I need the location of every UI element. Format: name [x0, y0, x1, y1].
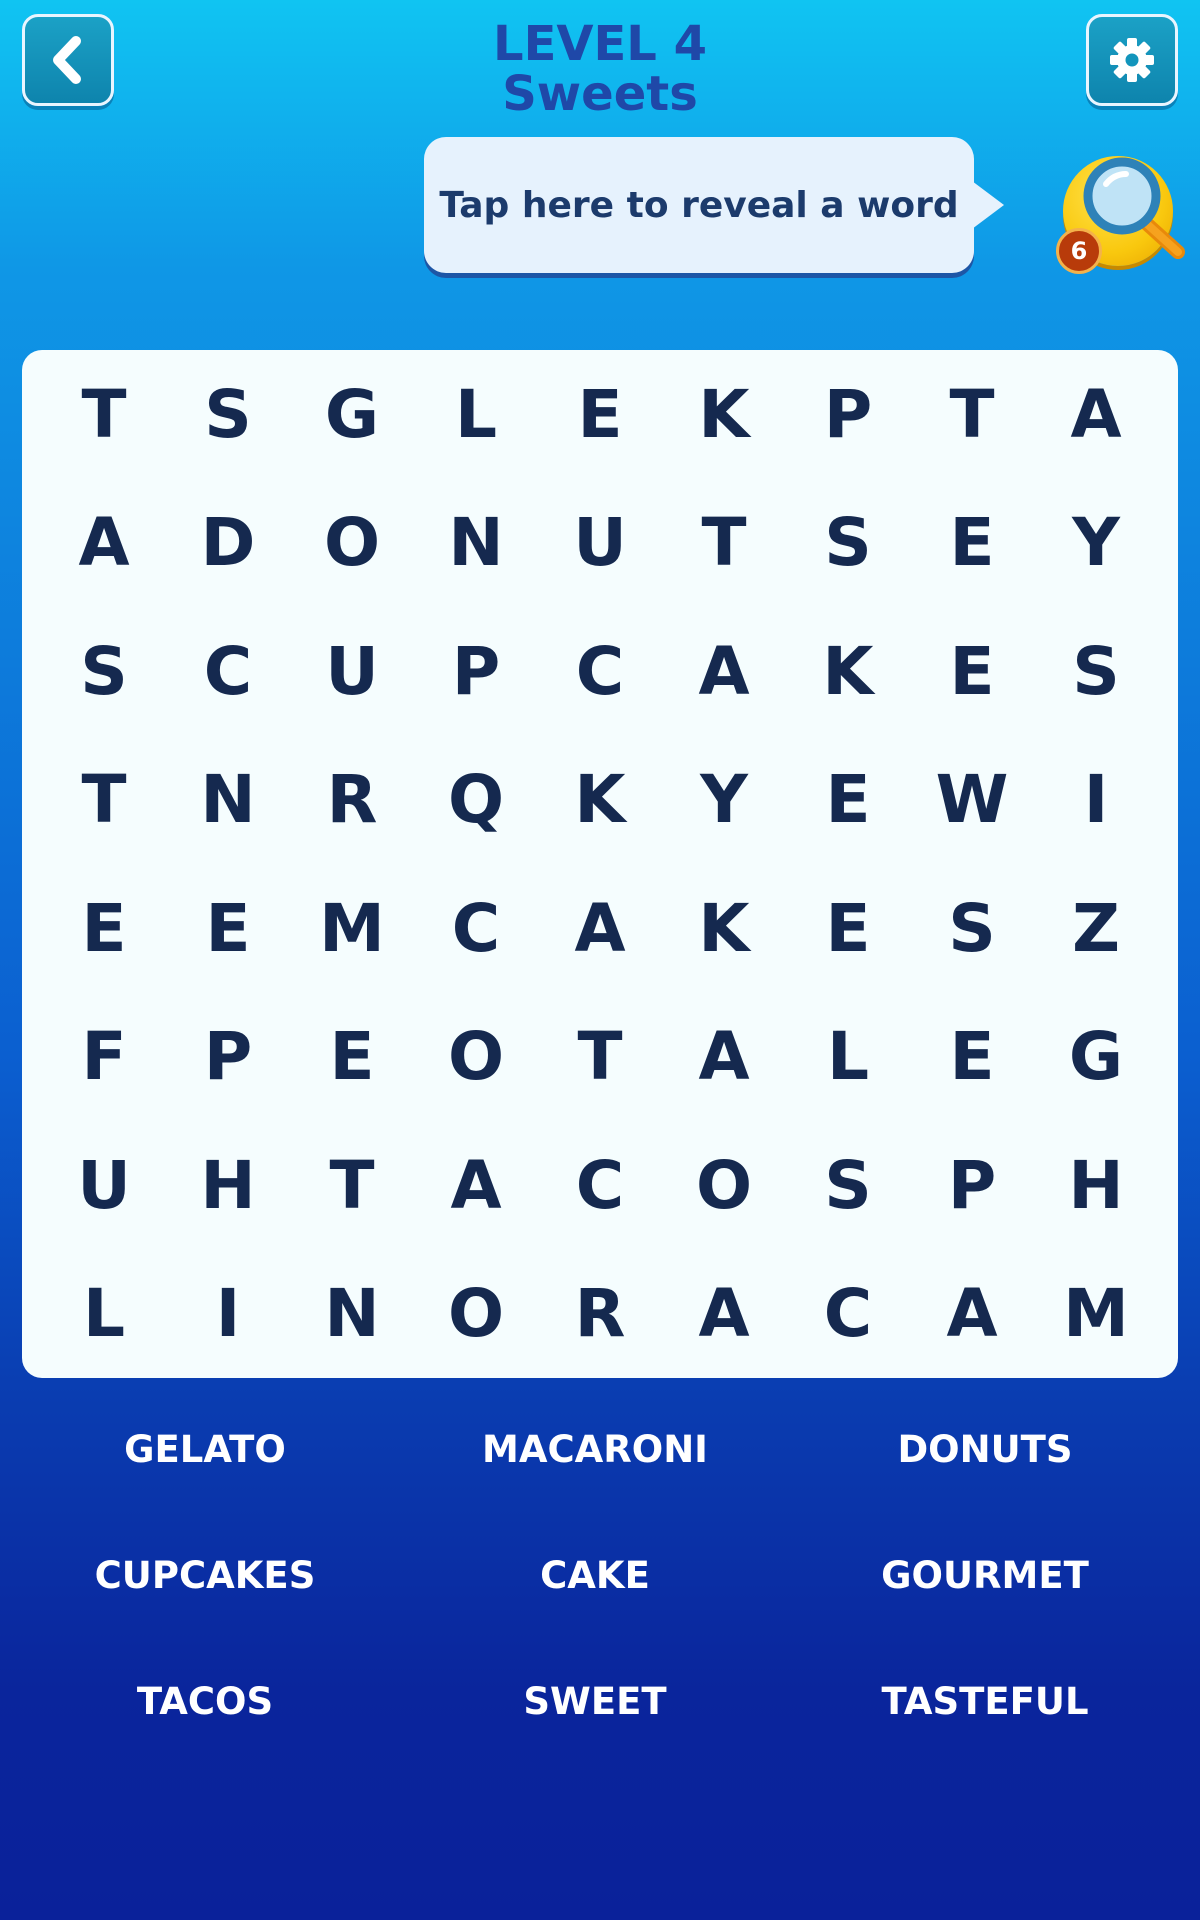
word-list: GELATO MACARONI DONUTS CUPCAKES CAKE GOURMET T… — [10, 1412, 1180, 1790]
grid-cell[interactable]: H — [1034, 1121, 1158, 1250]
grid-cell[interactable]: P — [166, 993, 290, 1122]
grid-cell[interactable]: K — [662, 864, 786, 993]
grid-cell[interactable]: C — [538, 1121, 662, 1250]
grid-cell[interactable]: D — [166, 479, 290, 608]
grid-cell[interactable]: U — [42, 1121, 166, 1250]
grid-cell[interactable]: S — [786, 479, 910, 608]
grid-cell[interactable]: A — [414, 1121, 538, 1250]
target-word: TASTEFUL — [881, 1680, 1089, 1723]
settings-button[interactable] — [1086, 14, 1178, 106]
grid-cell[interactable]: N — [290, 1250, 414, 1379]
grid-cell[interactable]: M — [290, 864, 414, 993]
gear-icon — [1110, 38, 1154, 82]
level-title: LEVEL 4 — [492, 16, 707, 72]
grid-cell[interactable]: F — [42, 993, 166, 1122]
grid-cell[interactable]: C — [166, 607, 290, 736]
grid-cell[interactable]: E — [910, 993, 1034, 1122]
grid-cell[interactable]: A — [538, 864, 662, 993]
grid-cell[interactable]: G — [290, 350, 414, 479]
grid-cell[interactable]: O — [290, 479, 414, 608]
reveal-word-button[interactable]: 6 — [1056, 144, 1188, 274]
grid-cell[interactable]: E — [166, 864, 290, 993]
grid-cell[interactable]: Z — [1034, 864, 1158, 993]
grid-cell[interactable]: K — [662, 350, 786, 479]
grid-cell[interactable]: T — [538, 993, 662, 1122]
grid-cell[interactable]: M — [1034, 1250, 1158, 1379]
grid-cell[interactable]: A — [1034, 350, 1158, 479]
grid-cell[interactable]: T — [662, 479, 786, 608]
grid-cell[interactable]: O — [414, 1250, 538, 1379]
grid-cell[interactable]: L — [414, 350, 538, 479]
grid-cell[interactable]: Y — [662, 736, 786, 865]
grid-cell[interactable]: G — [1034, 993, 1158, 1122]
grid-cell[interactable]: S — [910, 864, 1034, 993]
grid-cell[interactable]: K — [538, 736, 662, 865]
target-word: GELATO — [124, 1428, 286, 1471]
grid-cell[interactable]: R — [290, 736, 414, 865]
grid-cell[interactable]: I — [166, 1250, 290, 1379]
grid-cell[interactable]: T — [42, 736, 166, 865]
grid-cell[interactable]: E — [910, 607, 1034, 736]
grid-cell[interactable]: W — [910, 736, 1034, 865]
grid-cell[interactable]: L — [786, 993, 910, 1122]
grid-cell[interactable]: N — [166, 736, 290, 865]
grid-cell[interactable]: A — [662, 1250, 786, 1379]
grid-cell[interactable]: U — [290, 607, 414, 736]
grid-cell[interactable]: S — [786, 1121, 910, 1250]
grid-cell[interactable]: R — [538, 1250, 662, 1379]
grid-cell[interactable]: A — [910, 1250, 1034, 1379]
grid-cell[interactable]: Y — [1034, 479, 1158, 608]
grid-cell[interactable]: K — [786, 607, 910, 736]
grid-cell[interactable]: L — [42, 1250, 166, 1379]
grid-cell[interactable]: T — [42, 350, 166, 479]
grid-cell[interactable]: S — [166, 350, 290, 479]
target-word: DONUTS — [897, 1428, 1073, 1471]
grid-cell[interactable]: S — [42, 607, 166, 736]
target-word: MACARONI — [482, 1428, 708, 1471]
grid-cell[interactable]: T — [910, 350, 1034, 479]
grid-cell[interactable]: H — [166, 1121, 290, 1250]
grid-cell[interactable]: U — [538, 479, 662, 608]
grid-cell[interactable]: A — [662, 607, 786, 736]
target-word: SWEET — [523, 1680, 667, 1723]
grid-cell[interactable]: S — [1034, 607, 1158, 736]
level-header: LEVEL 4 Sweets — [0, 20, 1200, 118]
grid-cell[interactable]: E — [786, 736, 910, 865]
word-search-board: TSGLEKPTAADONUTSEYSCUPCAKESTNRQKYEWIEEMC… — [22, 350, 1178, 1378]
grid-cell[interactable]: T — [290, 1121, 414, 1250]
grid-cell[interactable]: E — [290, 993, 414, 1122]
target-word: GOURMET — [881, 1554, 1089, 1597]
reveal-hint-bubble[interactable]: Tap here to reveal a word — [424, 137, 1004, 273]
grid-cell[interactable]: E — [42, 864, 166, 993]
grid-cell[interactable]: A — [42, 479, 166, 608]
grid-cell[interactable]: A — [662, 993, 786, 1122]
grid-cell[interactable]: I — [1034, 736, 1158, 865]
grid-cell[interactable]: C — [538, 607, 662, 736]
letter-grid[interactable]: TSGLEKPTAADONUTSEYSCUPCAKESTNRQKYEWIEEMC… — [42, 350, 1158, 1378]
grid-cell[interactable]: O — [662, 1121, 786, 1250]
target-word: CAKE — [540, 1554, 650, 1597]
hint-text: Tap here to reveal a word — [439, 184, 959, 226]
target-word: TACOS — [136, 1680, 274, 1723]
grid-cell[interactable]: O — [414, 993, 538, 1122]
grid-cell[interactable]: C — [786, 1250, 910, 1379]
grid-cell[interactable]: P — [910, 1121, 1034, 1250]
grid-cell[interactable]: P — [786, 350, 910, 479]
grid-cell[interactable]: Q — [414, 736, 538, 865]
grid-cell[interactable]: E — [786, 864, 910, 993]
target-word: CUPCAKES — [94, 1554, 316, 1597]
category-title: Sweets — [502, 66, 698, 122]
grid-cell[interactable]: N — [414, 479, 538, 608]
grid-cell[interactable]: C — [414, 864, 538, 993]
grid-cell[interactable]: E — [910, 479, 1034, 608]
reveal-count-badge: 6 — [1056, 228, 1102, 274]
grid-cell[interactable]: E — [538, 350, 662, 479]
grid-cell[interactable]: P — [414, 607, 538, 736]
